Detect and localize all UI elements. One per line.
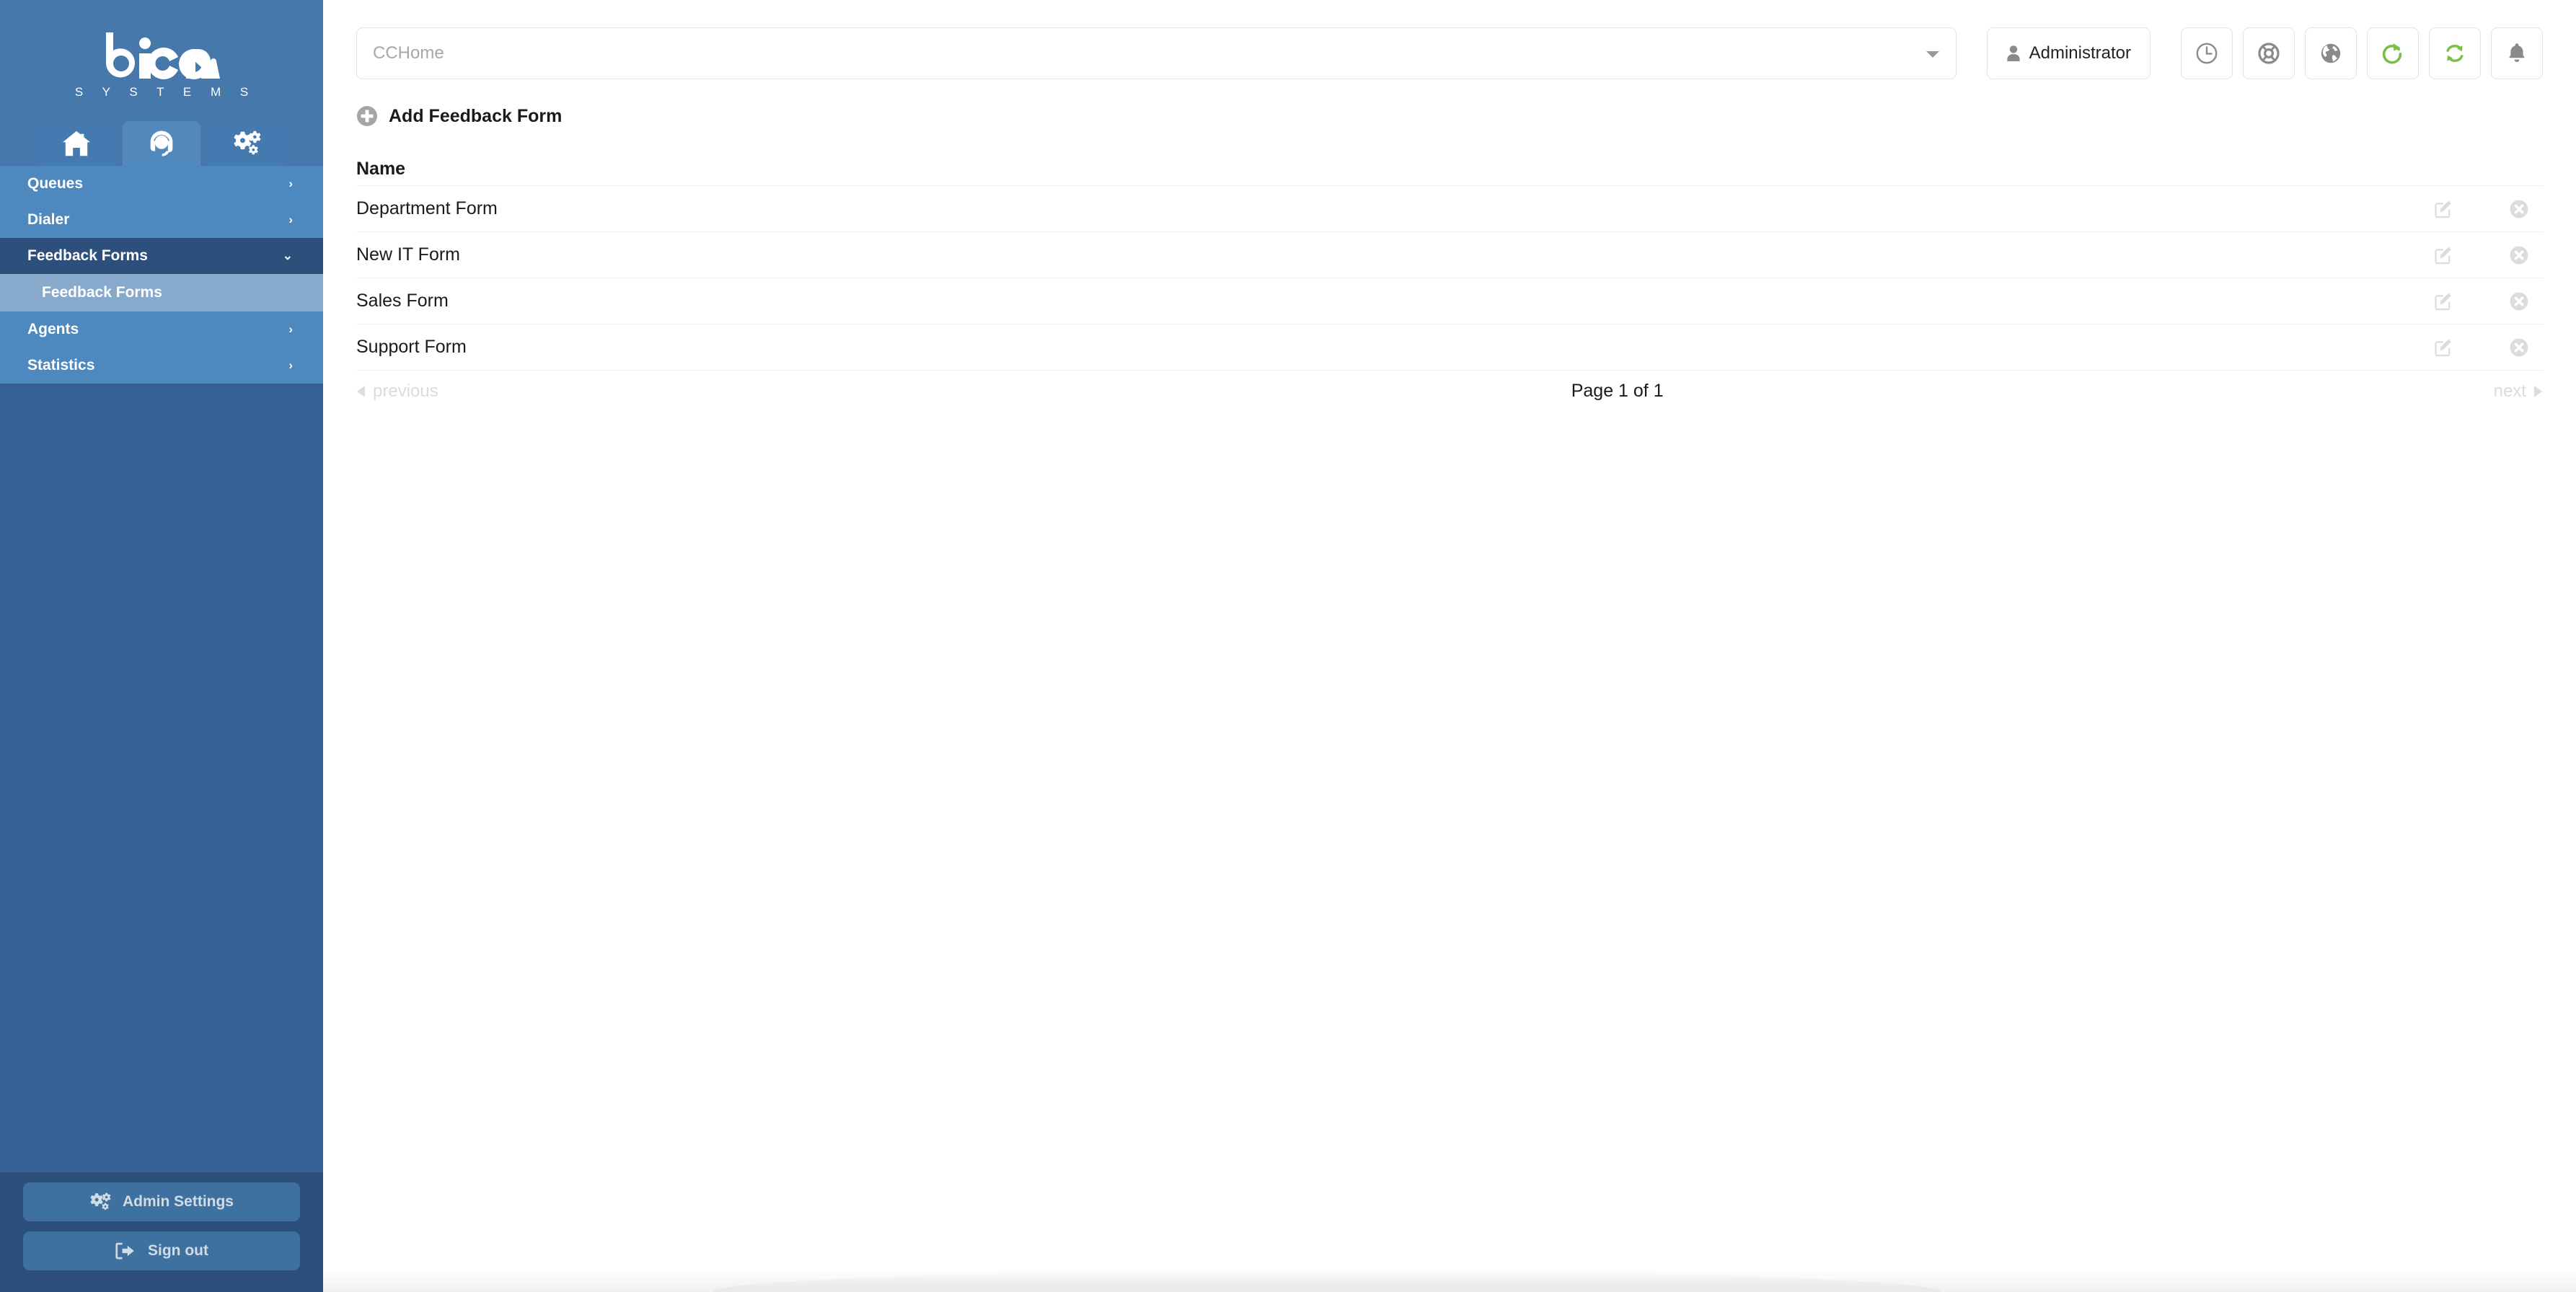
reload-icon [2382, 43, 2402, 64]
user-icon [2007, 45, 2020, 61]
sign-out-icon [115, 1242, 134, 1260]
delete-icon[interactable] [2508, 198, 2530, 220]
cell-name: Department Form [356, 198, 498, 218]
footer-shadow [323, 1269, 2576, 1292]
row-actions [2432, 198, 2543, 220]
user-menu-label: Administrator [2029, 43, 2131, 63]
chevron-right-icon: › [288, 358, 293, 372]
sidebar-item-statistics[interactable]: Statistics › [0, 348, 323, 384]
reload-button[interactable] [2367, 27, 2419, 79]
edit-icon[interactable] [2432, 244, 2453, 266]
clock-button[interactable] [2181, 27, 2233, 79]
brand-logo[interactable]: S Y S T E M S [0, 32, 323, 121]
bell-icon [2509, 43, 2525, 62]
edit-icon[interactable] [2432, 198, 2453, 220]
table-row[interactable]: Department Form [356, 186, 2543, 232]
server-select-value: CCHome [373, 43, 444, 63]
chevron-right-icon: › [288, 322, 293, 336]
chevron-right-icon: › [288, 213, 293, 226]
gears-icon [90, 1193, 111, 1211]
cell-name: Sales Form [356, 291, 449, 311]
add-feedback-form-button[interactable]: Add Feedback Form [356, 105, 562, 127]
headset-icon [150, 130, 173, 156]
next-page-button[interactable]: next [2494, 381, 2543, 402]
main-area: CCHome Administrator Add Feedback Form N… [323, 0, 2576, 1292]
sync-button[interactable] [2429, 27, 2481, 79]
admin-settings-label: Admin Settings [122, 1193, 234, 1210]
tab-home[interactable] [38, 121, 115, 166]
sign-out-label: Sign out [148, 1242, 208, 1259]
gears-icon [234, 130, 261, 155]
support-button[interactable] [2243, 27, 2295, 79]
edit-icon[interactable] [2432, 291, 2453, 312]
notifications-button[interactable] [2491, 27, 2543, 79]
chevron-down-icon: ⌄ [282, 249, 293, 262]
chevron-down-icon [1926, 43, 1940, 63]
sidebar-item-label: Agents [27, 321, 79, 337]
globe-icon [2321, 43, 2341, 63]
sidebar-item-queues[interactable]: Queues › [0, 166, 323, 202]
table-header-row: Name [356, 153, 2543, 186]
previous-page-label: previous [373, 381, 438, 401]
previous-page-button[interactable]: previous [356, 381, 438, 402]
caret-left-icon [357, 385, 365, 397]
life-ring-icon [2258, 43, 2280, 64]
chevron-right-icon: › [288, 177, 293, 190]
sync-icon [2446, 45, 2463, 62]
cell-name: New IT Form [356, 244, 460, 265]
edit-icon[interactable] [2432, 337, 2453, 358]
delete-icon[interactable] [2508, 291, 2530, 312]
tab-settings[interactable] [208, 121, 286, 166]
brand-subtitle: S Y S T E M S [74, 85, 257, 99]
feedback-forms-table: Name Department Form New IT Form Sales F… [356, 153, 2543, 371]
app-root: S Y S T E M S Queues › Dialer › Feedback… [0, 0, 2576, 1292]
delete-icon[interactable] [2508, 244, 2530, 266]
cell-name: Support Form [356, 337, 467, 357]
home-icon [63, 130, 90, 156]
topbar: CCHome Administrator [323, 0, 2576, 79]
pagination: previous Page 1 of 1 next [356, 381, 2543, 402]
sidebar-item-label: Dialer [27, 211, 70, 228]
sidebar-item-label: Feedback Forms [27, 247, 148, 264]
column-header-name: Name [356, 159, 406, 179]
clock-icon [2196, 43, 2218, 64]
sidebar-subitem-feedback-forms[interactable]: Feedback Forms [0, 274, 323, 311]
sidebar-item-label: Statistics [27, 357, 95, 373]
table-row[interactable]: Support Form [356, 324, 2543, 371]
sign-out-button[interactable]: Sign out [23, 1231, 300, 1270]
sidebar-nav: Queues › Dialer › Feedback Forms ⌄ Feedb… [0, 166, 323, 384]
row-actions [2432, 291, 2543, 312]
sidebar-footer: Admin Settings Sign out [0, 1172, 323, 1292]
add-feedback-form-label: Add Feedback Form [389, 105, 563, 126]
plus-circle-icon [357, 106, 377, 126]
sidebar-item-dialer[interactable]: Dialer › [0, 202, 323, 238]
sidebar-header: S Y S T E M S [0, 0, 323, 166]
table-row[interactable]: Sales Form [356, 278, 2543, 324]
row-actions [2432, 244, 2543, 266]
next-page-label: next [2493, 381, 2526, 401]
table-row[interactable]: New IT Form [356, 232, 2543, 278]
language-button[interactable] [2305, 27, 2357, 79]
delete-icon[interactable] [2508, 337, 2530, 358]
sidebar-filler [0, 384, 323, 1172]
row-actions [2432, 337, 2543, 358]
sidebar: S Y S T E M S Queues › Dialer › Feedback… [0, 0, 323, 1292]
bicom-logo-icon [105, 32, 220, 79]
topbar-icon-buttons [2181, 27, 2543, 79]
admin-settings-button[interactable]: Admin Settings [23, 1182, 300, 1221]
sidebar-item-label: Queues [27, 175, 84, 192]
sidebar-tabbar [0, 121, 323, 166]
content-area: Add Feedback Form Name Department Form N… [323, 79, 2576, 402]
page-indicator: Page 1 of 1 [1571, 381, 1664, 401]
sidebar-item-agents[interactable]: Agents › [0, 311, 323, 348]
tab-contact-center[interactable] [123, 121, 200, 166]
caret-right-icon [2533, 385, 2542, 397]
sidebar-item-feedback-forms[interactable]: Feedback Forms ⌄ [0, 238, 323, 274]
server-select[interactable]: CCHome [356, 27, 1957, 79]
user-menu-button[interactable]: Administrator [1986, 27, 2151, 79]
sidebar-subitem-label: Feedback Forms [42, 284, 162, 301]
